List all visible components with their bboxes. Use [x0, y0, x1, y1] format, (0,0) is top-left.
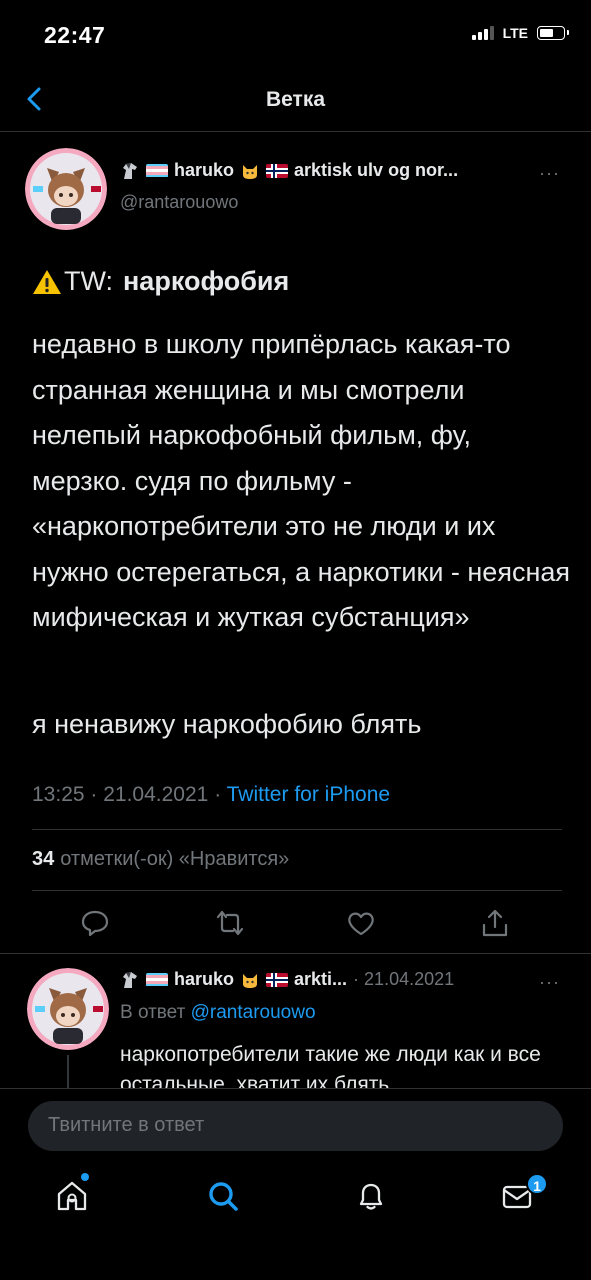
nav-bar: Ветка — [0, 70, 591, 132]
horse-emoji-icon — [123, 971, 137, 988]
reply-text: наркопотребители такие же люди как и все… — [120, 1043, 541, 1088]
likes-label: отметки(-ок) «Нравится» — [60, 848, 290, 870]
trans-flag-icon — [146, 972, 168, 987]
divider — [32, 829, 562, 830]
tweet-meta: 13:25 · 21.04.2021 · Twitter for iPhone — [32, 783, 390, 807]
tweet-date: 21.04.2021 — [103, 783, 209, 806]
reply-compose-field[interactable]: Твитните в ответ — [28, 1101, 563, 1151]
norway-flag-icon — [266, 163, 289, 178]
status-time: 22:47 — [44, 22, 106, 48]
avatar[interactable] — [25, 148, 107, 230]
reply-author-row[interactable]: haruko arkti... · 21.04.2021 — [120, 969, 530, 990]
home-icon — [57, 1181, 87, 1211]
reply-author-name-rest: arkti... — [294, 969, 348, 989]
author-name-rest: arktisk ulv og nor... — [294, 160, 459, 180]
reply-mention-link[interactable]: @rantarouowo — [191, 1002, 316, 1023]
cat-emoji-icon — [243, 164, 258, 179]
tw-prefix: TW: — [64, 266, 113, 296]
share-icon — [482, 909, 508, 937]
retweet-button[interactable] — [215, 908, 245, 938]
tab-home[interactable] — [54, 1178, 90, 1214]
reply-prefix: В ответ — [120, 1002, 186, 1023]
divider — [32, 890, 562, 891]
status-indicators: LTE — [471, 25, 569, 41]
comment-icon — [81, 910, 109, 937]
divider — [0, 953, 591, 954]
content-warning: TW: наркофобия — [32, 266, 289, 297]
more-options-icon[interactable]: ··· — [539, 163, 560, 184]
tweet-time: 13:25 — [32, 783, 85, 806]
author-name: haruko — [174, 160, 235, 180]
norway-flag-icon — [266, 972, 289, 987]
meta-separator: · — [214, 783, 227, 806]
network-type: LTE — [502, 25, 528, 41]
likes-count: 34 — [32, 848, 55, 870]
tweet-source-link[interactable]: Twitter for iPhone — [227, 783, 390, 806]
messages-badge: 1 — [526, 1173, 548, 1195]
reply-more-options-icon[interactable]: ··· — [539, 972, 560, 993]
page-title: Ветка — [265, 88, 326, 111]
meta-separator: · — [90, 783, 104, 806]
heart-icon — [348, 912, 374, 936]
reply-date: · 21.04.2021 — [353, 969, 455, 989]
status-bar: 22:47 LTE — [0, 0, 591, 70]
reply-avatar[interactable] — [27, 968, 109, 1050]
tweet-text: недавно в школу припёрлась какая-то стра… — [32, 329, 570, 632]
search-icon — [209, 1182, 238, 1211]
reply-button[interactable] — [80, 908, 110, 938]
trans-flag-icon — [146, 163, 168, 178]
like-button[interactable] — [346, 908, 376, 938]
tweet-text-paragraph-2: я ненавижу наркофобию блять — [32, 709, 422, 739]
warning-icon — [33, 269, 61, 294]
signal-icon — [471, 26, 494, 40]
tw-topic: наркофобия — [123, 266, 290, 296]
author-name-row[interactable]: haruko arktisk ulv og nor... — [120, 160, 530, 181]
reply-author-name: haruko — [174, 969, 235, 989]
reply-to-label: В ответ @rantarouowo — [120, 1002, 316, 1024]
author-handle[interactable]: @rantarouowo — [120, 192, 238, 213]
tab-notifications[interactable] — [353, 1178, 389, 1214]
cat-emoji-icon — [243, 973, 258, 988]
bell-icon — [359, 1183, 383, 1210]
tab-search[interactable] — [205, 1178, 241, 1214]
compose-placeholder: Твитните в ответ — [48, 1114, 205, 1136]
home-notification-dot — [81, 1173, 89, 1181]
share-button[interactable] — [480, 908, 510, 938]
thread-line — [67, 1055, 69, 1088]
battery-icon — [537, 26, 569, 40]
retweet-icon — [216, 910, 244, 936]
likes-summary[interactable]: 34 отметки(-ок) «Нравится» — [32, 848, 289, 871]
horse-emoji-icon — [123, 162, 137, 179]
